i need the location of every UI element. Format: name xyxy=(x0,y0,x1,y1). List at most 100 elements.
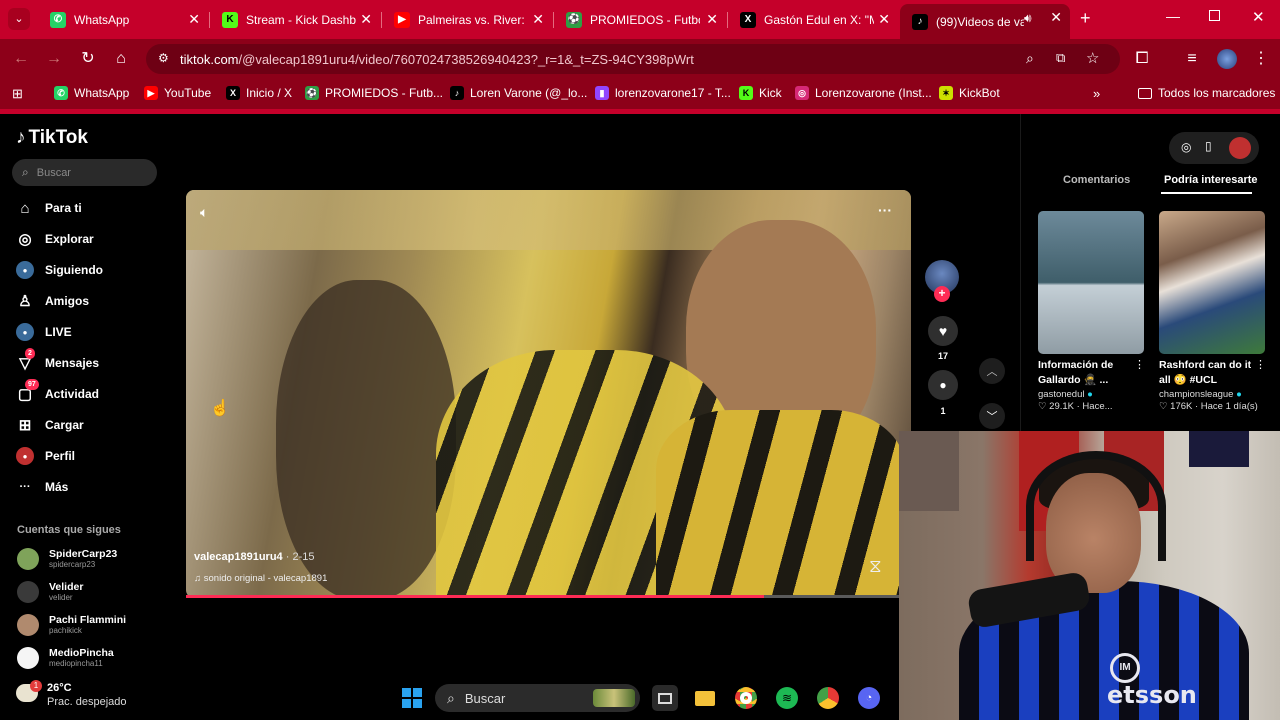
volume-icon[interactable]: 🔈︎ xyxy=(200,204,208,221)
tab-youtube[interactable]: ▶ Palmeiras vs. River: go ✕ xyxy=(382,6,552,33)
card-more-icon[interactable]: ⋮ xyxy=(1134,358,1145,371)
profile-avatar[interactable] xyxy=(1217,49,1237,69)
nav-explorar[interactable]: ◎ Explorar xyxy=(16,228,93,250)
zoom-icon[interactable]: ⌕ xyxy=(1026,50,1034,67)
file-explorer-icon[interactable] xyxy=(692,685,718,711)
install-app-icon[interactable]: ⧉ xyxy=(1056,50,1065,66)
followed-account[interactable]: SpiderCarp23 spidercarp23 xyxy=(17,544,117,574)
tab-comentarios[interactable]: Comentarios xyxy=(1063,174,1130,186)
instagram-icon: ◎ xyxy=(795,86,809,100)
close-icon[interactable]: ✕ xyxy=(360,11,372,27)
all-bookmarks-folder[interactable]: Todos los marcadores xyxy=(1138,86,1275,100)
nav-mas[interactable]: ··· Más xyxy=(16,476,69,498)
suggested-video-card[interactable]: Rashford can do it all 😳 #UCL championsl… xyxy=(1159,211,1265,412)
card-more-icon[interactable]: ⋮ xyxy=(1255,358,1266,371)
bookmark-star-icon[interactable]: ☆ xyxy=(1086,49,1099,67)
windows-start-button[interactable] xyxy=(399,685,425,711)
spotify-icon[interactable]: ≋ xyxy=(774,685,800,711)
followed-account[interactable]: Velider velider xyxy=(17,577,83,607)
chevron-up-icon: ︿ xyxy=(986,366,998,378)
nav-siguiendo[interactable]: ● Siguiendo xyxy=(16,259,103,281)
video-more-icon[interactable]: ··· xyxy=(878,202,892,218)
comment-button[interactable]: ● xyxy=(928,370,958,400)
tab-promiedos[interactable]: ⚽ PROMIEDOS - Futbol ✕ xyxy=(554,6,726,33)
promiedos-icon: ⚽ xyxy=(566,11,582,28)
video-player[interactable]: 🔈︎ ··· ⧖ ☝ xyxy=(186,190,911,598)
apps-icon[interactable]: ⊞ xyxy=(12,86,23,102)
tab-title: PROMIEDOS - Futbol xyxy=(590,12,700,27)
tab-tiktok-active[interactable]: ♪ (99)Videos de val 🔊︎ ✕ xyxy=(900,4,1070,39)
video-username[interactable]: valecap1891uru4 · 2-15 xyxy=(194,551,314,563)
tab-podria-interesarte[interactable]: Podría interesarte xyxy=(1164,174,1258,186)
media-control-icon[interactable]: ≡ xyxy=(1183,50,1201,68)
nav-para-ti[interactable]: ⌂ Para ti xyxy=(16,197,81,219)
minimize-button[interactable]: — xyxy=(1166,8,1180,24)
followed-account[interactable]: MedioPincha mediopincha11 xyxy=(17,643,114,673)
user-avatar[interactable] xyxy=(1229,137,1251,159)
tab-whatsapp[interactable]: ✆ WhatsApp ✕ xyxy=(38,6,208,33)
close-icon[interactable]: ✕ xyxy=(1050,9,1062,25)
bookmark-kickbot[interactable]: ✶ KickBot xyxy=(939,86,1000,100)
close-icon[interactable]: ✕ xyxy=(532,11,544,27)
bookmark-youtube[interactable]: ▶ YouTube xyxy=(144,86,211,100)
nav-actividad[interactable]: ▢ 97 Actividad xyxy=(16,379,99,405)
more-bookmarks-icon[interactable]: » xyxy=(1093,86,1100,101)
close-icon[interactable]: ✕ xyxy=(706,11,718,27)
back-button[interactable]: ← xyxy=(12,50,30,68)
chrome-alt-icon[interactable] xyxy=(815,685,841,711)
bookmark-instagram[interactable]: ◎ Lorenzovarone (Inst... xyxy=(795,86,932,100)
suggested-video-card[interactable]: Información de Gallardo 🥷 ... gastonedul… xyxy=(1038,211,1144,412)
menu-icon[interactable]: ⋮ xyxy=(1252,50,1270,68)
close-icon[interactable]: ✕ xyxy=(878,11,890,27)
restore-button[interactable] xyxy=(1209,10,1220,21)
bookmark-twitch[interactable]: ▮ lorenzovarone17 - T... xyxy=(595,86,731,100)
video-sound[interactable]: ♫ sonido original - valecap1891 xyxy=(194,573,327,584)
home-button[interactable]: ⌂ xyxy=(112,50,130,68)
close-icon[interactable]: ✕ xyxy=(188,11,200,27)
bookmark-x[interactable]: X Inicio / X xyxy=(226,86,292,100)
verified-icon: ● xyxy=(1087,389,1093,400)
nav-mensajes[interactable]: ▽ 2 Mensajes xyxy=(16,348,99,374)
bookmark-kick[interactable]: K Kick xyxy=(739,86,782,100)
windows-search-box[interactable]: ⌕ Buscar xyxy=(435,684,640,712)
avatar xyxy=(17,581,39,603)
tab-x[interactable]: X Gastón Edul en X: "M ✕ xyxy=(728,6,898,33)
video-progress-bar[interactable] xyxy=(186,595,899,598)
forward-button[interactable]: → xyxy=(45,50,63,68)
search-input[interactable]: ⌕ Buscar xyxy=(12,159,157,186)
nav-cargar[interactable]: ⊞ Cargar xyxy=(16,414,84,436)
nav-perfil[interactable]: ● Perfil xyxy=(16,445,75,467)
close-window-button[interactable]: ✕ xyxy=(1252,8,1265,26)
tiktok-logo[interactable]: ♪ TikTok xyxy=(16,127,88,149)
followed-account[interactable]: Pachi Flammini pachikick xyxy=(17,610,126,640)
next-video-button[interactable]: ﹀ xyxy=(979,403,1005,429)
activity-icon: ▢ 97 xyxy=(16,379,39,403)
bookmark-tiktok-loren[interactable]: ♪ Loren Varone (@_lo... xyxy=(450,86,587,100)
follow-plus-icon[interactable]: + xyxy=(934,286,950,302)
folder-icon xyxy=(1138,87,1152,99)
bookmark-whatsapp[interactable]: ✆ WhatsApp xyxy=(54,86,129,100)
reload-button[interactable]: ↻ xyxy=(79,50,97,68)
nav-live[interactable]: ● LIVE xyxy=(16,321,72,343)
new-tab-button[interactable]: + xyxy=(1080,8,1091,28)
tab-kick[interactable]: K Stream - Kick Dashbo ✕ xyxy=(210,6,380,33)
chrome-icon[interactable] xyxy=(733,685,759,711)
comment-icon: ● xyxy=(939,378,947,392)
weather-widget[interactable]: 1 26°C Prac. despejado xyxy=(16,680,127,709)
bookmark-promiedos[interactable]: ⚽ PROMIEDOS - Futb... xyxy=(305,86,443,100)
compass-icon[interactable]: ◎ xyxy=(1181,140,1191,154)
nav-amigos[interactable]: ♙ Amigos xyxy=(16,290,89,312)
like-button[interactable]: ♥ xyxy=(928,316,958,346)
previous-video-button[interactable]: ︿ xyxy=(979,358,1005,384)
profile-icon: ● xyxy=(16,447,34,465)
speaker-icon[interactable]: 🔊︎ xyxy=(1024,11,1032,26)
extensions-icon[interactable]: ⧠ xyxy=(1133,50,1151,68)
site-info-icon[interactable]: ⚙ xyxy=(158,51,169,65)
task-view-icon[interactable] xyxy=(652,685,678,711)
tab-search-button[interactable]: ⌄ xyxy=(8,8,30,30)
phone-icon[interactable]: ▯ xyxy=(1205,139,1212,153)
address-bar[interactable]: ⚙ tiktok.com/@valecap1891uru4/video/7607… xyxy=(146,44,1120,74)
youtube-icon: ▶ xyxy=(394,11,410,28)
discord-icon[interactable]: ◔ xyxy=(856,685,882,711)
search-highlight-icon xyxy=(593,689,635,707)
